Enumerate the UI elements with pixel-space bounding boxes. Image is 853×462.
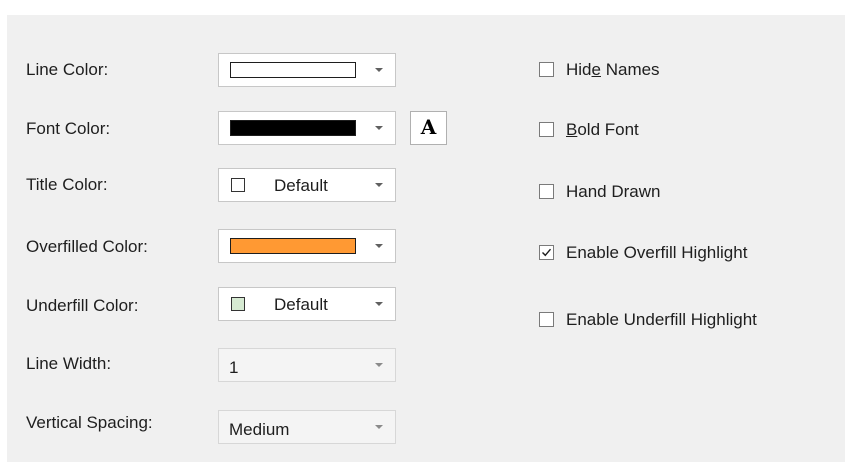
line-width-label: Line Width: (26, 354, 112, 373)
line-width-value: 1 (229, 358, 239, 377)
checkbox-box[interactable] (539, 312, 554, 327)
title-color-dropdown[interactable]: Default (218, 168, 396, 202)
overfilled-color-swatch (230, 238, 356, 254)
title-color-label: Title Color: (26, 175, 108, 194)
vertical-spacing-label: Vertical Spacing: (26, 413, 153, 432)
font-color-dropdown[interactable] (218, 111, 396, 145)
checkbox-box[interactable] (539, 62, 554, 77)
chevron-down-icon (375, 126, 383, 130)
underfill-color-dropdown[interactable]: Default (218, 287, 396, 321)
vertical-spacing-dropdown[interactable]: Medium (218, 410, 396, 444)
underfill-color-label: Underfill Color: (26, 296, 139, 315)
line-color-label: Line Color: (26, 60, 109, 79)
chevron-down-icon (375, 425, 383, 429)
line-color-swatch (230, 62, 356, 78)
enable-underfill-highlight-label: Enable Underfill Highlight (566, 310, 757, 329)
checkmark-icon (542, 248, 552, 257)
checkbox-box[interactable] (539, 184, 554, 199)
font-icon: A (420, 115, 437, 139)
overfilled-color-label: Overfilled Color: (26, 237, 148, 256)
chevron-down-icon (375, 68, 383, 72)
title-color-value: Default (274, 176, 328, 195)
hide-names-label: Hide Names (566, 60, 660, 79)
line-width-dropdown[interactable]: 1 (218, 348, 396, 382)
vertical-spacing-value: Medium (229, 420, 290, 439)
bold-font-label: Bold Font (566, 120, 639, 139)
font-button[interactable]: A (410, 111, 447, 145)
line-color-dropdown[interactable] (218, 53, 396, 87)
font-color-swatch (230, 120, 356, 136)
hand-drawn-label: Hand Drawn (566, 182, 661, 201)
overfilled-color-dropdown[interactable] (218, 229, 396, 263)
font-color-label: Font Color: (26, 119, 111, 138)
chevron-down-icon (375, 302, 383, 306)
chevron-down-icon (375, 183, 383, 187)
underfill-color-value: Default (274, 295, 328, 314)
chevron-down-icon (375, 363, 383, 367)
title-color-swatch (231, 178, 245, 192)
underfill-color-swatch (231, 297, 245, 311)
chevron-down-icon (375, 244, 383, 248)
checkbox-box[interactable] (539, 245, 554, 260)
checkbox-box[interactable] (539, 122, 554, 137)
enable-overfill-highlight-label: Enable Overfill Highlight (566, 243, 748, 262)
